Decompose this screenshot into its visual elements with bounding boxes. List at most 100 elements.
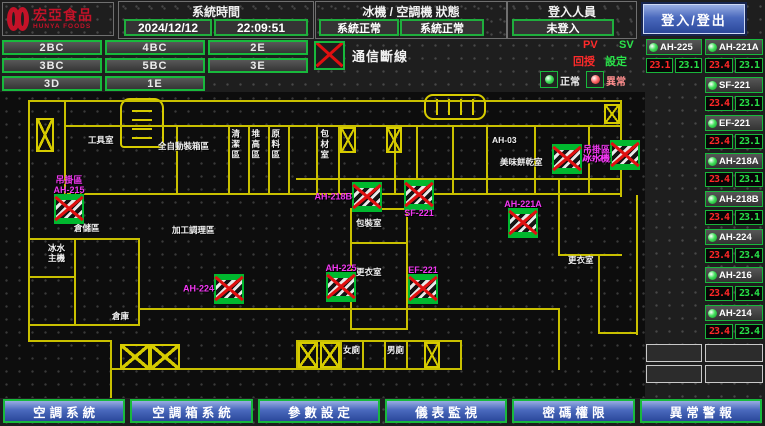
- room-label: AH-03: [492, 136, 517, 146]
- room-label: 堆高區: [250, 129, 260, 161]
- readings-AH-214: 23.423.4: [705, 324, 763, 339]
- machine-status-section: 冰機 / 空調機 狀態 系統正常 系統正常: [315, 1, 507, 39]
- room-label: 工具室: [88, 136, 114, 146]
- sv-reading: 23.1: [675, 58, 702, 73]
- floor-button-3E[interactable]: 3E: [208, 58, 308, 73]
- nav-button-空調系統[interactable]: 空調系統: [3, 399, 125, 423]
- nav-button-異常警報[interactable]: 異常警報: [640, 399, 762, 423]
- sv-reading: 23.1: [735, 134, 763, 149]
- map-marker-EF-221[interactable]: EF-221: [408, 274, 438, 304]
- readings-AH-225: 23.123.1: [646, 58, 702, 73]
- wall-segment: [28, 238, 140, 240]
- wall-segment: [138, 308, 560, 310]
- app-logo: 宏亞食品 HUNYA FOODS: [2, 2, 114, 36]
- brand-name: 宏亞食品: [33, 8, 93, 22]
- status-led: [708, 119, 717, 128]
- nav-button-密碼權限[interactable]: 密碼權限: [512, 399, 634, 423]
- room-label: 原料區: [270, 129, 280, 161]
- marker-label: AH-224: [183, 284, 214, 293]
- floor-button-4BC[interactable]: 4BC: [105, 40, 205, 55]
- device-button-AH-218A[interactable]: AH-218A: [705, 153, 763, 169]
- pv-reading: 23.4: [705, 324, 733, 339]
- wall-segment: [316, 125, 318, 195]
- sv-reading: 23.4: [735, 324, 763, 339]
- device-button-AH-221A[interactable]: AH-221A: [705, 39, 763, 55]
- status-led: [649, 43, 658, 52]
- wall-segment: [452, 125, 454, 195]
- wall-segment: [558, 178, 560, 256]
- map-marker-AH-214[interactable]: AH-214: [552, 144, 582, 174]
- map-marker-AH-221A[interactable]: AH-221A: [508, 208, 538, 238]
- right-panel: AH-22523.123.1AH-221A23.423.1SF-22123.42…: [644, 38, 765, 390]
- nav-button-儀表監視[interactable]: 儀表監視: [385, 399, 507, 423]
- stair-icon: [120, 344, 150, 370]
- readings-AH-218A: 23.423.1: [705, 172, 763, 187]
- room-label: 更衣室: [568, 256, 594, 266]
- wall-segment: [406, 342, 408, 368]
- wall-segment: [598, 332, 638, 334]
- nav-button-參數設定[interactable]: 參數設定: [258, 399, 380, 423]
- device-button-AH-218B[interactable]: AH-218B: [705, 191, 763, 207]
- status-led: [708, 43, 717, 52]
- comm-offline-label: 通信斷線: [352, 46, 408, 65]
- wall-segment: [350, 242, 408, 244]
- device-button-AH-216[interactable]: AH-216: [705, 267, 763, 283]
- readings-AH-216: 23.423.4: [705, 286, 763, 301]
- map-marker-冰水機[interactable]: 吊掛區 冰水機: [610, 140, 640, 170]
- status-led: [708, 157, 717, 166]
- floor-button-3D[interactable]: 3D: [2, 76, 102, 91]
- room-label: 包裝室: [356, 219, 382, 229]
- sv-reading: 23.1: [735, 210, 763, 225]
- map-marker-AH-215[interactable]: 吊掛區 AH-215: [54, 194, 84, 224]
- device-button-AH-224[interactable]: AH-224: [705, 229, 763, 245]
- room-label: 包材室: [319, 129, 329, 161]
- login-section: 登入人員 未登入: [507, 1, 637, 39]
- map: 工具室全自動裝箱區清潔區堆高區原料區包材室AH-03美味餅乾室倉儲區加工調理區包…: [0, 92, 645, 398]
- pv-reading: 23.4: [705, 96, 733, 111]
- readings-SF-221: 23.423.1: [705, 96, 763, 111]
- stair-icon: [340, 127, 356, 153]
- marker-label: AH-218B: [314, 192, 352, 201]
- ac-status-value: 系統正常: [400, 19, 484, 36]
- status-led: [708, 195, 717, 204]
- login-user-value: 未登入: [512, 19, 614, 36]
- floor-button-2BC[interactable]: 2BC: [2, 40, 102, 55]
- map-marker-AH-225[interactable]: AH-225: [326, 272, 356, 302]
- empty-cell: [705, 365, 763, 383]
- brand-name-en: HUNYA FOODS: [33, 24, 93, 31]
- floor-nav: 2BC4BC2E 3BC5BC3E 3D1E: [2, 40, 308, 92]
- room-label: 全自動裝箱區: [158, 142, 209, 152]
- device-button-AH-214[interactable]: AH-214: [705, 305, 763, 321]
- readings-AH-218B: 23.423.1: [705, 210, 763, 225]
- system-date-value: 2024/12/12: [124, 19, 212, 36]
- map-marker-AH-218B[interactable]: AH-218B: [352, 182, 382, 212]
- stair-icon: [36, 118, 54, 152]
- sv-reading: 23.4: [735, 286, 763, 301]
- floor-button-2E[interactable]: 2E: [208, 40, 308, 55]
- status-led: [708, 81, 717, 90]
- device-button-EF-221[interactable]: EF-221: [705, 115, 763, 131]
- device-button-AH-225[interactable]: AH-225: [646, 39, 702, 55]
- elevator-icon: [424, 94, 486, 120]
- floor-button-1E[interactable]: 1E: [105, 76, 205, 91]
- wall-segment: [460, 340, 462, 370]
- nav-button-空調箱系統[interactable]: 空調箱系統: [130, 399, 252, 423]
- floor-button-5BC[interactable]: 5BC: [105, 58, 205, 73]
- wall-segment: [598, 256, 600, 334]
- pv-reading: 23.4: [705, 134, 733, 149]
- system-time-section: 系統時間 2024/12/12 22:09:51: [118, 1, 314, 39]
- sv-header-label: SV: [619, 39, 634, 51]
- floor-button-3BC[interactable]: 3BC: [2, 58, 102, 73]
- stair-icon: [320, 342, 340, 368]
- login-logout-button[interactable]: 登入/登出: [643, 4, 745, 34]
- device-button-SF-221[interactable]: SF-221: [705, 77, 763, 93]
- map-marker-SF-221[interactable]: SF-221: [404, 180, 434, 210]
- wall-segment: [486, 125, 488, 195]
- normal-led-icon: [540, 71, 558, 88]
- wall-segment: [350, 328, 408, 330]
- readings-AH-221A: 23.423.1: [705, 58, 763, 73]
- marker-label: SF-221: [404, 209, 434, 218]
- empty-cell: [646, 365, 702, 383]
- marker-label: 吊掛區 AH-215: [53, 176, 84, 195]
- map-marker-AH-224[interactable]: AH-224: [214, 274, 244, 304]
